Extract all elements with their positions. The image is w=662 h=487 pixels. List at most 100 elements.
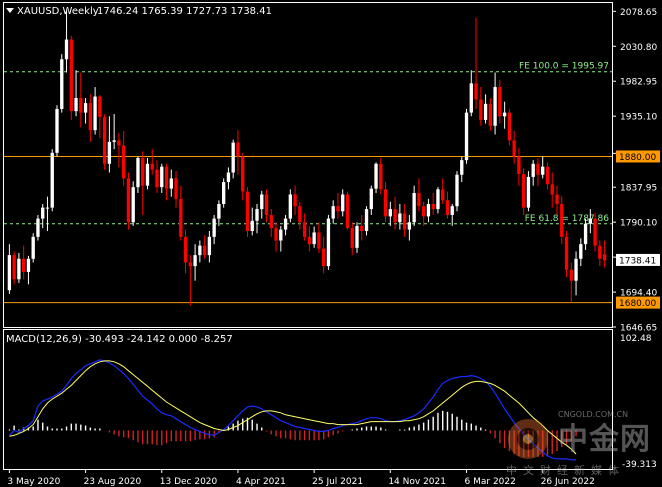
macd-label: MACD(12,26,9) -30.493 -24.142 0.000 -8.2… [6, 334, 233, 345]
candle-body [350, 228, 354, 248]
candle-body [588, 218, 592, 224]
price-tick-label: 2030.80 [620, 43, 657, 53]
candle-body [545, 166, 550, 185]
price-tick-label: 1790.10 [620, 219, 657, 229]
candle-body [250, 220, 254, 232]
candle-body [579, 244, 583, 259]
candle-body [22, 258, 26, 272]
candle-body [426, 203, 431, 217]
level-label: 1680.00 [619, 299, 656, 309]
macd-axis-top: 102.48 [620, 334, 652, 344]
time-tick-label: 25 Jul 2021 [312, 477, 363, 487]
candle-body [179, 198, 183, 237]
candle-body [479, 99, 483, 120]
candle-body [469, 83, 473, 113]
candle-body [383, 189, 388, 217]
price-chart[interactable]: 2078.652030.801982.951935.101884.301837.… [0, 0, 662, 487]
candle-body [536, 163, 540, 175]
candle-body [79, 98, 83, 113]
candle-body [41, 207, 45, 219]
candle-body [455, 174, 459, 207]
candle-body [60, 59, 64, 109]
candle-body [222, 182, 226, 204]
candle-body [550, 184, 554, 195]
candle-body [7, 255, 12, 291]
candle-body [417, 193, 421, 207]
candle-body [141, 157, 145, 186]
candle-body [64, 39, 69, 60]
candle-body [131, 187, 135, 223]
candle-body [164, 166, 169, 189]
candle-body [512, 140, 516, 157]
candle-body [155, 169, 159, 188]
candle-body [293, 194, 297, 207]
candle-body [564, 236, 569, 270]
candle-body [74, 98, 78, 112]
candle-body [493, 87, 497, 126]
candle-body [402, 213, 407, 230]
candle-body [526, 176, 531, 208]
candle-body [226, 172, 231, 183]
candle-body [69, 39, 73, 112]
candle-body [388, 209, 392, 217]
candle-body [283, 218, 288, 230]
time-tick-label: 4 Apr 2021 [236, 477, 286, 487]
candle-body [331, 206, 335, 219]
candle-body [369, 188, 373, 210]
candle-body [593, 218, 597, 246]
candle-body [583, 223, 588, 245]
candle-body [360, 225, 364, 232]
candle-body [83, 103, 88, 113]
candle-body [260, 194, 264, 210]
candle-body [274, 228, 278, 241]
candle-body [112, 140, 116, 142]
candle-body [236, 142, 240, 157]
level-label: 1880.00 [619, 153, 656, 163]
candle-body [541, 166, 545, 175]
last-price-label: 1738.41 [619, 256, 656, 266]
candle-body [307, 236, 312, 245]
candle-body [17, 258, 21, 280]
candle-body [412, 193, 416, 223]
candle-body [393, 209, 397, 223]
candle-body [55, 108, 59, 153]
candle-body [312, 232, 316, 245]
candle-body [288, 194, 292, 219]
candle-body [50, 152, 54, 208]
candle-body [422, 206, 426, 217]
candle-body [341, 194, 345, 212]
candle-body [355, 225, 359, 248]
candle-body [464, 112, 469, 161]
candle-body [502, 112, 507, 117]
candle-body [188, 262, 192, 267]
candle-body [117, 140, 121, 146]
candle-body [198, 245, 202, 256]
candle-body [322, 248, 326, 267]
candle-body [26, 258, 31, 272]
candle-body [522, 174, 526, 208]
candle-body [302, 222, 307, 237]
candle-body [45, 207, 50, 209]
candle-body [93, 96, 97, 131]
candle-body [326, 218, 331, 267]
time-tick-label: 26 Jun 2022 [541, 477, 595, 487]
candle-body [298, 206, 302, 223]
candle-body [126, 178, 131, 223]
candle-body [379, 163, 383, 190]
candle-body [217, 203, 221, 219]
candle-body [317, 232, 321, 249]
time-tick-label: 14 Nov 2021 [388, 477, 446, 487]
candle-body [136, 157, 140, 188]
candle-body [245, 191, 250, 232]
candle-body [107, 141, 112, 164]
price-tick-label: 1982.95 [620, 78, 657, 88]
time-tick-label: 23 Aug 2020 [84, 477, 142, 487]
fibonacci-label: FE 100.0 = 1995.97 [519, 62, 609, 72]
candle-body [445, 200, 450, 215]
candle-body [517, 156, 521, 175]
candle-body [555, 194, 559, 204]
time-tick-label: 13 Dec 2020 [160, 477, 218, 487]
candle-body [207, 236, 212, 256]
candle-body [598, 245, 602, 259]
candle-body [364, 209, 369, 232]
